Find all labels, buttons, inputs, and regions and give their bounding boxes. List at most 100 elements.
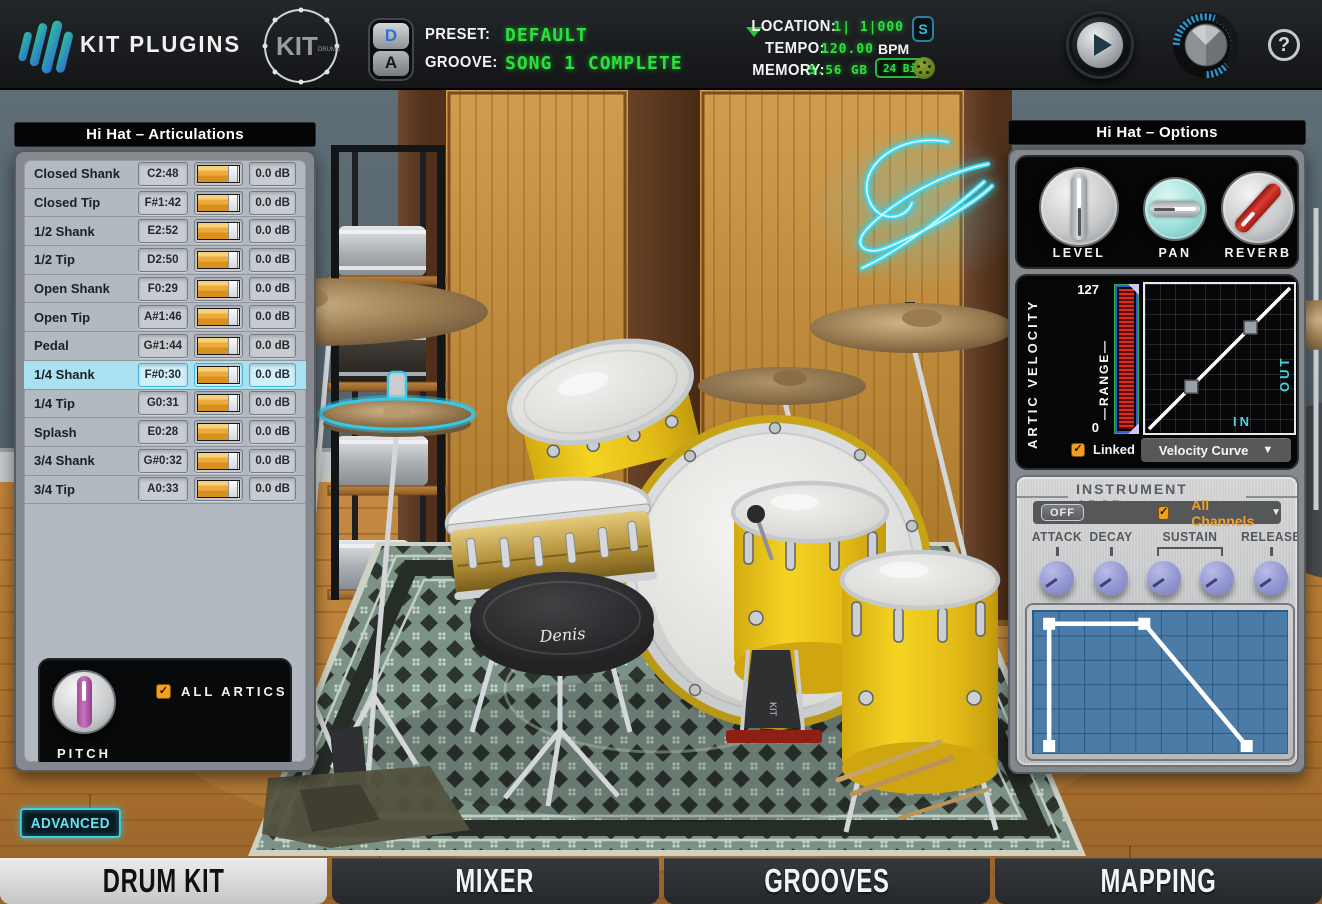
level-knob[interactable] <box>1039 167 1119 247</box>
db-value[interactable]: 0.0 dB <box>249 219 296 243</box>
slider-handle[interactable] <box>228 424 238 440</box>
note-assignment[interactable]: D2:50 <box>138 248 188 272</box>
note-assignment[interactable]: F#1:42 <box>138 191 188 215</box>
articulation-volume-slider[interactable] <box>194 420 244 444</box>
articulation-row[interactable]: 1/4 Tip G0:31 0.0 dB <box>24 390 306 419</box>
help-button[interactable]: ? <box>1268 29 1300 61</box>
note-assignment[interactable]: E2:52 <box>138 219 188 243</box>
range-top-handle[interactable] <box>1128 284 1139 295</box>
slider-handle[interactable] <box>228 481 238 497</box>
velocity-range-meter[interactable] <box>1115 285 1138 433</box>
articulation-row[interactable]: Closed Tip F#1:42 0.0 dB <box>24 189 306 218</box>
sustain-knob-1[interactable] <box>1147 561 1181 595</box>
db-value[interactable]: 0.0 dB <box>249 334 296 358</box>
slider-handle[interactable] <box>228 367 238 383</box>
db-value[interactable]: 0.0 dB <box>249 248 296 272</box>
articulation-row[interactable]: 1/2 Tip D2:50 0.0 dB <box>24 246 306 275</box>
envelope-handle[interactable] <box>1043 618 1055 630</box>
note-assignment[interactable]: A#1:46 <box>138 305 188 329</box>
db-value[interactable]: 0.0 dB <box>249 391 296 415</box>
tab[interactable]: GROOVES <box>664 858 991 904</box>
release-knob[interactable] <box>1254 561 1288 595</box>
reverb-knob[interactable] <box>1221 171 1295 245</box>
velocity-curve-graph[interactable]: IN OUT <box>1143 282 1296 435</box>
articulation-volume-slider[interactable] <box>194 391 244 415</box>
db-value[interactable]: 0.0 dB <box>249 277 296 301</box>
master-volume-knob[interactable] <box>1172 11 1240 79</box>
articulation-volume-slider[interactable] <box>194 248 244 272</box>
articulation-volume-slider[interactable] <box>194 277 244 301</box>
midi-icon[interactable] <box>913 57 935 79</box>
range-bottom-handle[interactable] <box>1128 423 1139 434</box>
tempo-value[interactable]: 120.00 <box>808 42 874 57</box>
articulation-volume-slider[interactable] <box>194 162 244 186</box>
tab[interactable]: DRUM KIT <box>0 858 327 904</box>
tab[interactable]: MIXER <box>332 858 659 904</box>
curve-handle[interactable] <box>1185 380 1198 393</box>
db-value[interactable]: 0.0 dB <box>249 363 296 387</box>
slider-handle[interactable] <box>228 395 238 411</box>
da-toggle[interactable]: D A <box>368 18 414 81</box>
curve-handle[interactable] <box>1244 321 1257 334</box>
db-value[interactable]: 0.0 dB <box>249 420 296 444</box>
pitch-knob[interactable] <box>52 670 116 734</box>
articulation-volume-slider[interactable] <box>194 363 244 387</box>
articulation-row[interactable]: 1/2 Shank E2:52 0.0 dB <box>24 217 306 246</box>
play-button[interactable] <box>1066 11 1134 79</box>
slider-handle[interactable] <box>228 223 238 239</box>
db-value[interactable]: 0.0 dB <box>249 477 296 501</box>
sustain-knob-2[interactable] <box>1200 561 1234 595</box>
slider-handle[interactable] <box>228 338 238 354</box>
preset-display[interactable]: DEFAULT <box>505 25 588 46</box>
adsr-enable-checkbox[interactable]: ✓ <box>1158 506 1169 520</box>
note-assignment[interactable]: F0:29 <box>138 277 188 301</box>
slider-handle[interactable] <box>228 309 238 325</box>
adsr-off-button[interactable]: OFF <box>1041 504 1084 521</box>
note-assignment[interactable]: C2:48 <box>138 162 188 186</box>
decay-knob[interactable] <box>1094 561 1128 595</box>
articulation-row[interactable]: Open Tip A#1:46 0.0 dB <box>24 303 306 332</box>
adsr-envelope-graph[interactable] <box>1032 610 1288 754</box>
envelope-handle[interactable] <box>1241 740 1253 752</box>
slider-handle[interactable] <box>228 195 238 211</box>
advanced-button[interactable]: ADVANCED <box>20 808 121 838</box>
articulation-volume-slider[interactable] <box>194 219 244 243</box>
articulation-row[interactable]: 3/4 Tip A0:33 0.0 dB <box>24 476 306 505</box>
articulation-row[interactable]: Pedal G#1:44 0.0 dB <box>24 332 306 361</box>
db-value[interactable]: 0.0 dB <box>249 162 296 186</box>
db-value[interactable]: 0.0 dB <box>249 191 296 215</box>
articulation-volume-slider[interactable] <box>194 191 244 215</box>
slider-handle[interactable] <box>228 281 238 297</box>
articulation-volume-slider[interactable] <box>194 305 244 329</box>
articulation-row[interactable]: Open Shank F0:29 0.0 dB <box>24 275 306 304</box>
note-assignment[interactable]: G#0:32 <box>138 449 188 473</box>
slider-handle[interactable] <box>228 453 238 469</box>
articulation-row[interactable]: 3/4 Shank G#0:32 0.0 dB <box>24 447 306 476</box>
linked-checkbox[interactable]: ✓ <box>1071 443 1085 457</box>
note-assignment[interactable]: E0:28 <box>138 420 188 444</box>
note-assignment[interactable]: G#1:44 <box>138 334 188 358</box>
envelope-handle[interactable] <box>1043 740 1055 752</box>
articulation-row[interactable]: Closed Shank C2:48 0.0 dB <box>24 160 306 189</box>
channel-dropdown-value[interactable]: All Channels <box>1191 497 1255 529</box>
note-assignment[interactable]: A0:33 <box>138 477 188 501</box>
pan-knob[interactable] <box>1143 177 1207 241</box>
envelope-handle[interactable] <box>1138 618 1150 630</box>
analog-button[interactable]: A <box>373 51 409 77</box>
velocity-curve-dropdown[interactable]: Velocity Curve ▼ <box>1141 438 1291 462</box>
articulation-row[interactable]: Splash E0:28 0.0 dB <box>24 418 306 447</box>
groove-display[interactable]: SONG 1 COMPLETE <box>505 53 683 74</box>
articulation-volume-slider[interactable] <box>194 449 244 473</box>
digital-button[interactable]: D <box>373 23 409 49</box>
note-assignment[interactable]: G0:31 <box>138 391 188 415</box>
crash-cymbal-center[interactable] <box>698 367 866 405</box>
sync-badge[interactable]: S <box>912 16 934 42</box>
attack-knob[interactable] <box>1040 561 1074 595</box>
db-value[interactable]: 0.0 dB <box>249 449 296 473</box>
articulation-volume-slider[interactable] <box>194 477 244 501</box>
all-artics-checkbox[interactable]: ✓ <box>156 684 171 699</box>
articulation-volume-slider[interactable] <box>194 334 244 358</box>
slider-handle[interactable] <box>228 166 238 182</box>
articulation-row[interactable]: 1/4 Shank F#0:30 0.0 dB <box>24 361 306 390</box>
tab[interactable]: MAPPING <box>995 858 1322 904</box>
